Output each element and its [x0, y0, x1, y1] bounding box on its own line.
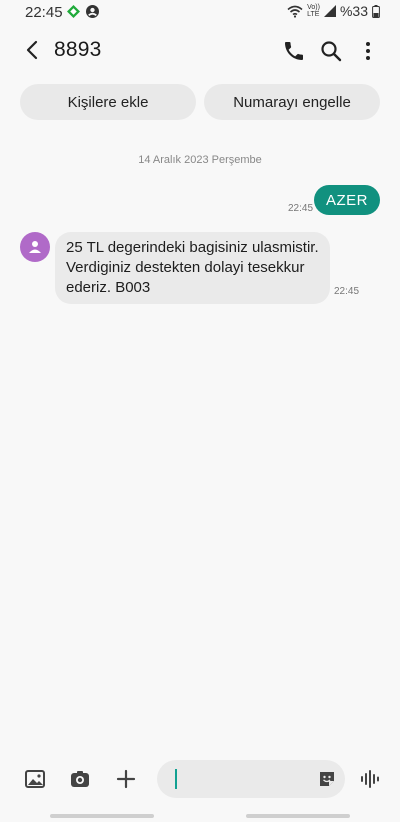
wifi-icon: [287, 5, 303, 18]
voice-icon[interactable]: [359, 768, 381, 790]
contact-avatar[interactable]: [20, 232, 50, 262]
block-number-button[interactable]: Numarayı engelle: [204, 84, 380, 120]
more-options-icon[interactable]: [356, 39, 380, 63]
contact-avatar-icon: [29, 241, 41, 253]
nav-indicator-right[interactable]: [246, 814, 350, 818]
status-bar: 22:45 Vo)) LTE %33: [0, 0, 400, 26]
date-separator: 14 Aralık 2023 Perşembe: [138, 154, 262, 166]
image-icon[interactable]: [24, 768, 46, 790]
camera-icon[interactable]: [69, 768, 91, 790]
conversation-title: 8893: [54, 38, 102, 61]
conversation-header: 8893: [0, 30, 400, 72]
message-input[interactable]: [171, 764, 301, 794]
search-icon[interactable]: [319, 39, 343, 63]
phone-icon[interactable]: [282, 39, 306, 63]
sticker-icon[interactable]: [317, 769, 337, 789]
back-arrow-icon[interactable]: [22, 39, 44, 61]
signal-icon: [323, 5, 336, 17]
sent-message-time: 22:45: [288, 203, 314, 214]
location-diamond-icon: [67, 5, 80, 18]
sent-message-bubble[interactable]: AZER: [313, 185, 380, 215]
composer-bar: [0, 758, 400, 802]
add-contact-button[interactable]: Kişilere ekle: [20, 84, 196, 120]
received-message-bubble[interactable]: 25 TL degerindeki bagisiniz ulasmistir. …: [55, 232, 330, 304]
received-message-time: 22:45: [334, 286, 360, 297]
plus-icon[interactable]: [115, 768, 137, 790]
battery-icon: [372, 4, 380, 18]
volte-indicator: Vo)) LTE: [307, 4, 320, 18]
battery-percent: %33: [339, 3, 368, 19]
system-nav-bar: [0, 812, 400, 822]
account-circle-icon: [86, 5, 99, 18]
nav-indicator-left[interactable]: [50, 814, 154, 818]
status-time: 22:45: [25, 4, 63, 21]
message-input-box[interactable]: [157, 760, 345, 798]
